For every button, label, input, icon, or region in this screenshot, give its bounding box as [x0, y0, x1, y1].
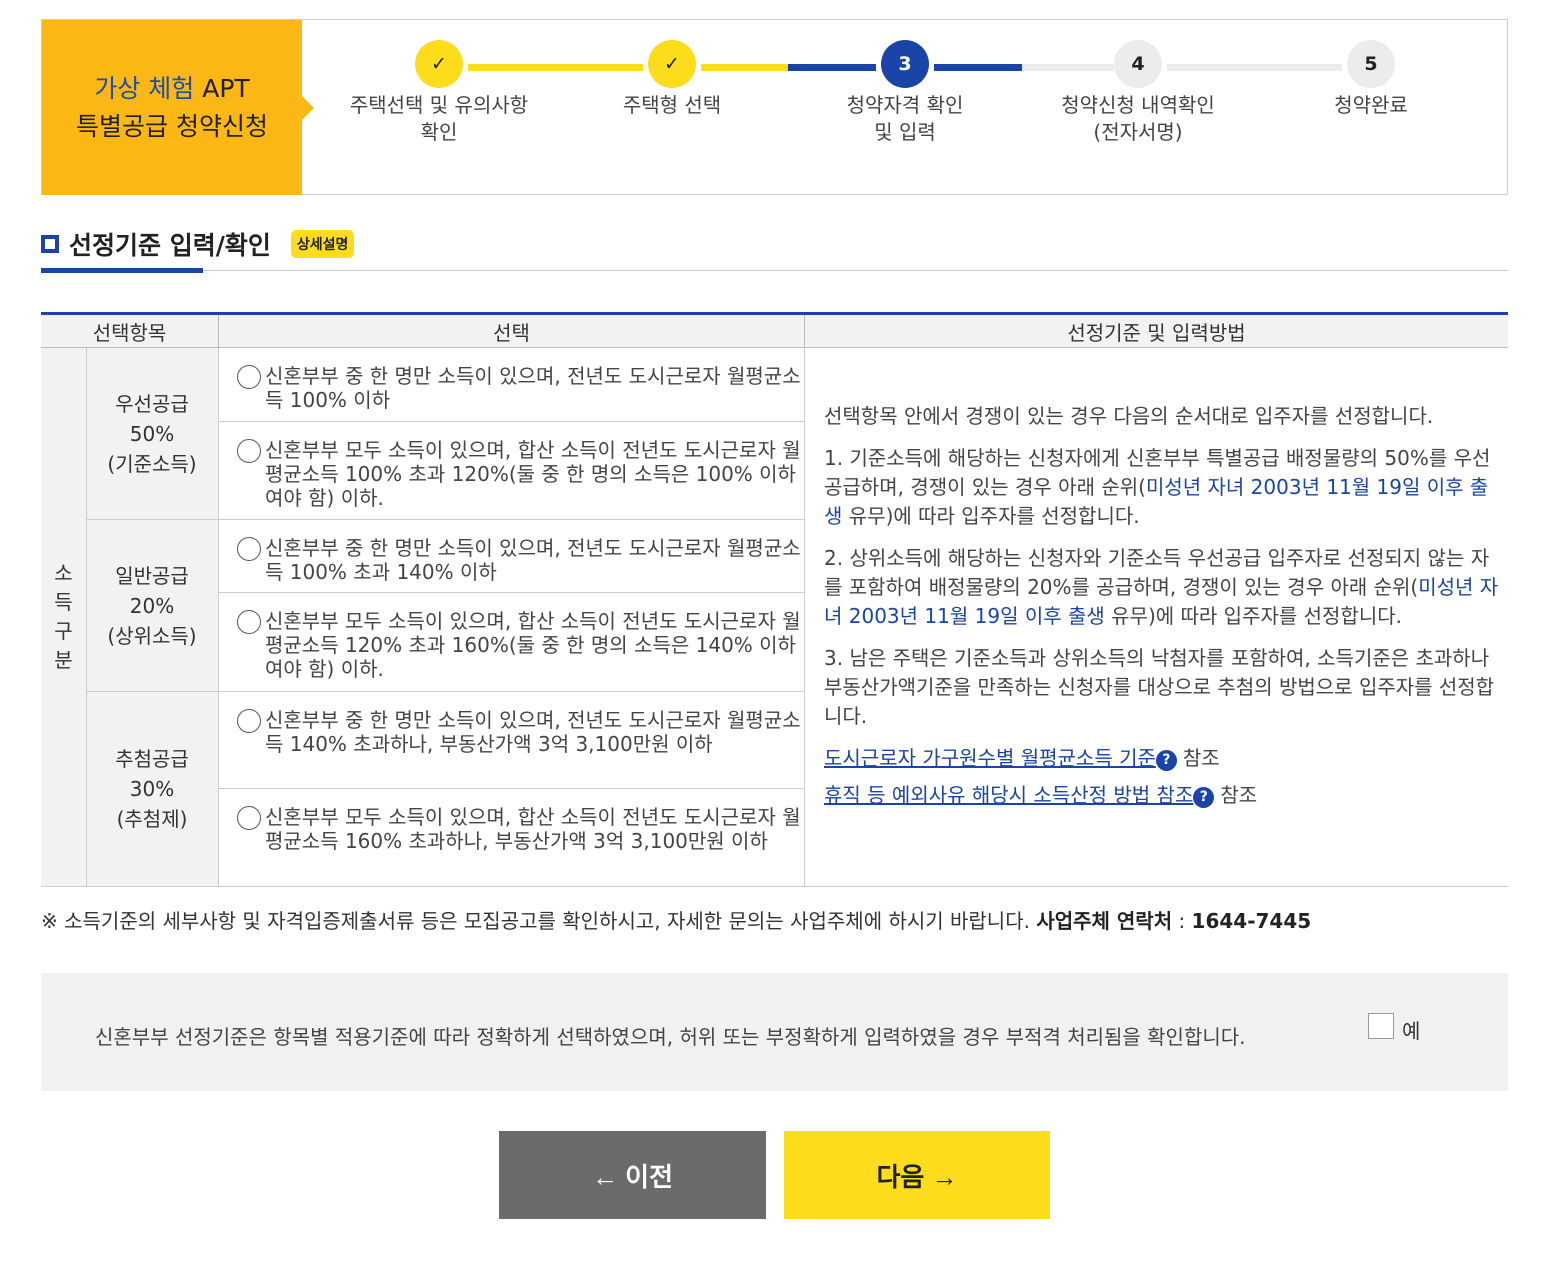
radio-button[interactable]: [237, 709, 261, 733]
option-text: 신혼부부 중 한 명만 소득이 있으며, 전년도 도시근로자 월평균소득 100…: [265, 364, 801, 412]
option-row[interactable]: 신혼부부 중 한 명만 소득이 있으며, 전년도 도시근로자 월평균소득 100…: [218, 520, 804, 593]
step-connector: [1167, 64, 1342, 71]
step-5-number: 5: [1347, 40, 1395, 88]
contact-label: 사업주체 연락처: [1036, 909, 1173, 933]
next-button[interactable]: 다음 →: [784, 1131, 1050, 1219]
step-3-number: 3: [881, 40, 929, 88]
detail-button[interactable]: 상세설명: [290, 230, 355, 258]
page: 가상 체험 APT 특별공급 청약신청 ✓ ✓ 3 4 5 주택선택 및 유의사…: [0, 0, 1542, 1264]
option-row[interactable]: 신혼부부 중 한 명만 소득이 있으며, 전년도 도시근로자 월평균소득 140…: [218, 692, 804, 789]
step-2-check-icon: ✓: [648, 40, 696, 88]
step-4-number: 4: [1114, 40, 1162, 88]
option-text: 신혼부부 모두 소득이 있으며, 합산 소득이 전년도 도시근로자 월평균소득 …: [265, 805, 801, 853]
radio-button[interactable]: [237, 365, 261, 389]
option-text: 신혼부부 중 한 명만 소득이 있으며, 전년도 도시근로자 월평균소득 140…: [265, 708, 801, 756]
income-standard-link[interactable]: 도시근로자 가구원수별 월평균소득 기준: [824, 746, 1156, 770]
option-text: 신혼부부 중 한 명만 소득이 있으며, 전년도 도시근로자 월평균소득 100…: [265, 536, 801, 584]
radio-button[interactable]: [237, 439, 261, 463]
step-3-label: 청약자격 확인 및 입력: [846, 93, 964, 144]
header-select: 선택: [218, 315, 804, 348]
title-underline: [41, 268, 203, 273]
contact-number: 1644-7445: [1191, 909, 1312, 933]
method-intro: 선택항목 안에서 경쟁이 있는 경우 다음의 순서대로 입주자를 선정합니다.: [824, 404, 1434, 428]
method-rule-1: 1. 기준소득에 해당하는 신청자에게 신혼부부 특별공급 배정물량의 50%를…: [824, 446, 1491, 528]
step-connector: [1022, 64, 1114, 71]
option-text: 신혼부부 모두 소득이 있으며, 합산 소득이 전년도 도시근로자 월평균소득 …: [265, 609, 801, 681]
header-select-item: 선택항목: [41, 315, 218, 348]
exception-calc-link[interactable]: 휴직 등 예외사유 해당시 소득산정 방법 참조: [824, 783, 1193, 807]
square-bullet-icon: [41, 235, 59, 253]
category-lottery: 추첨공급 30% (추첨제): [86, 692, 218, 887]
option-row[interactable]: 신혼부부 모두 소득이 있으며, 합산 소득이 전년도 도시근로자 월평균소득 …: [218, 789, 804, 887]
radio-button[interactable]: [237, 537, 261, 561]
radio-button[interactable]: [237, 610, 261, 634]
step-4-label: 청약신청 내역확인 (전자서명): [1061, 93, 1215, 144]
confirm-text: 신혼부부 선정기준은 항목별 적용기준에 따라 정확하게 선택하였으며, 허위 …: [95, 1025, 1246, 1049]
radio-button[interactable]: [237, 806, 261, 830]
method-rule-3: 3. 남은 주택은 기준소득과 상위소득의 낙첨자를 포함하여, 소득기준은 초…: [824, 646, 1495, 728]
prev-button[interactable]: ← 이전: [499, 1131, 766, 1219]
option-row[interactable]: 신혼부부 모두 소득이 있으며, 합산 소득이 전년도 도시근로자 월평균소득 …: [218, 422, 804, 520]
section-title: 선정기준 입력/확인: [69, 231, 271, 260]
brand-apt: APT: [194, 73, 250, 103]
option-row[interactable]: 신혼부부 중 한 명만 소득이 있으며, 전년도 도시근로자 월평균소득 100…: [218, 348, 804, 422]
help-icon[interactable]: ?: [1193, 787, 1215, 808]
section-header: 선정기준 입력/확인 상세설명: [41, 226, 355, 262]
step-connector: [934, 64, 1022, 71]
option-row[interactable]: 신혼부부 모두 소득이 있으며, 합산 소득이 전년도 도시근로자 월평균소득 …: [218, 593, 804, 692]
brand-highlight: 가상 체험: [94, 73, 195, 103]
header-method: 선정기준 및 입력방법: [804, 315, 1508, 348]
brand-subtitle: 특별공급 청약신청: [76, 111, 268, 141]
confirm-checkbox[interactable]: [1368, 1013, 1394, 1039]
divider: [41, 270, 1508, 271]
method-rule-2: 2. 상위소득에 해당하는 신청자와 기준소득 우선공급 입주자로 선정되지 않…: [824, 546, 1499, 628]
column-divider: [218, 348, 219, 887]
step-2-label: 주택형 선택: [622, 93, 722, 117]
step-progress: 가상 체험 APT 특별공급 청약신청 ✓ ✓ 3 4 5 주택선택 및 유의사…: [41, 19, 1508, 195]
category-priority: 우선공급 50% (기준소득): [86, 348, 218, 520]
step-connector: [701, 64, 788, 71]
category-general: 일반공급 20% (상위소득): [86, 520, 218, 692]
confirm-checkbox-label[interactable]: 예: [1402, 1015, 1420, 1044]
income-note: ※ 소득기준의 세부사항 및 자격입증제출서류 등은 모집공고를 확인하시고, …: [41, 909, 1312, 933]
step-1-label: 주택선택 및 유의사항 확인: [349, 93, 529, 144]
income-group-label: 소득구분: [41, 348, 86, 887]
method-description: 선택항목 안에서 경쟁이 있는 경우 다음의 순서대로 입주자를 선정합니다. …: [824, 404, 1499, 808]
step-connector: [468, 64, 643, 71]
step-5-label: 청약완료: [1334, 93, 1408, 117]
brand-block: 가상 체험 APT 특별공급 청약신청: [42, 20, 314, 195]
help-icon[interactable]: ?: [1155, 750, 1177, 771]
column-divider: [86, 348, 87, 887]
option-text: 신혼부부 모두 소득이 있으며, 합산 소득이 전년도 도시근로자 월평균소득 …: [265, 438, 801, 510]
step-1-check-icon: ✓: [415, 40, 463, 88]
confirm-box: 신혼부부 선정기준은 항목별 적용기준에 따라 정확하게 선택하였으며, 허위 …: [41, 973, 1508, 1091]
step-connector: [788, 64, 876, 71]
